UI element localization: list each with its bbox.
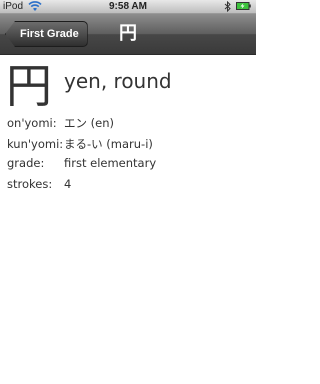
- grade-label: grade:: [7, 156, 45, 170]
- status-bar: iPod 9:58 AM: [0, 0, 256, 14]
- onyomi-label: on'yomi:: [7, 116, 57, 130]
- strokes-value: 4: [64, 177, 72, 191]
- kanji-meaning: yen, round: [64, 69, 172, 93]
- screen: iPod 9:58 AM First Grade 円 円 yen, round …: [0, 0, 256, 384]
- navigation-bar: First Grade 円: [0, 14, 256, 55]
- onyomi-value: エン (en): [64, 116, 114, 130]
- kunyomi-value: まる-い (maru-i): [64, 137, 153, 151]
- nav-title: 円: [119, 23, 137, 44]
- kunyomi-label: kun'yomi:: [7, 137, 64, 151]
- strokes-label: strokes:: [7, 177, 53, 191]
- bluetooth-icon: [224, 1, 231, 12]
- status-time: 9:58 AM: [109, 1, 147, 12]
- battery-charging-icon: [236, 2, 251, 10]
- kanji-character: 円: [6, 59, 52, 113]
- grade-value: first elementary: [64, 156, 157, 170]
- back-button[interactable]: First Grade: [5, 21, 88, 47]
